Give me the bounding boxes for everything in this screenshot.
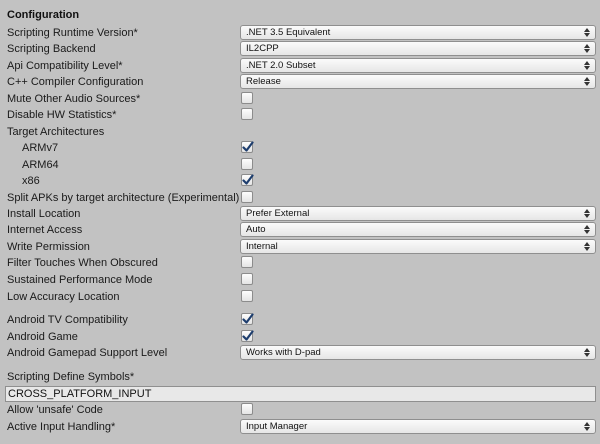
arm64-checkbox[interactable] [241, 158, 253, 170]
configuration-panel: Configuration Scripting Runtime Version*… [0, 0, 600, 444]
row-target-architectures: Target Architectures [0, 124, 600, 140]
checkmark-icon [242, 313, 254, 324]
write-permission-dropdown[interactable]: Internal [240, 239, 596, 254]
gamepad-support-label: Android Gamepad Support Level [7, 347, 168, 359]
x86-checkbox[interactable] [241, 174, 254, 186]
row-disable-hw-statistics: Disable HW Statistics* [0, 107, 600, 123]
low-accuracy-location-label: Low Accuracy Location [7, 291, 120, 303]
section-title: Configuration [7, 9, 80, 21]
armv7-label: ARMv7 [22, 142, 59, 154]
scripting-define-symbols-label: Scripting Define Symbols* [7, 371, 135, 383]
cpp-compiler-configuration-value: Release [246, 76, 281, 87]
gamepad-support-value: Works with D-pad [246, 347, 321, 358]
internet-access-label: Internet Access [7, 224, 83, 236]
sustained-performance-checkbox[interactable] [241, 273, 253, 285]
row-mute-other-audio-sources: Mute Other Audio Sources* [0, 91, 600, 107]
cpp-compiler-configuration-dropdown[interactable]: Release [240, 74, 596, 89]
cpp-compiler-configuration-label: C++ Compiler Configuration [7, 76, 144, 88]
internet-access-value: Auto [246, 224, 266, 235]
active-input-handling-dropdown[interactable]: Input Manager [240, 419, 596, 434]
arm64-label: ARM64 [22, 159, 59, 171]
disable-hw-statistics-label: Disable HW Statistics* [7, 109, 117, 121]
write-permission-value: Internal [246, 241, 278, 252]
scripting-runtime-version-label: Scripting Runtime Version* [7, 27, 138, 39]
scripting-runtime-version-value: .NET 3.5 Equivalent [246, 27, 331, 38]
install-location-label: Install Location [7, 208, 81, 220]
scripting-backend-label: Scripting Backend [7, 43, 96, 55]
active-input-handling-value: Input Manager [246, 421, 308, 432]
checkmark-icon [242, 141, 254, 152]
updown-arrows-icon [584, 60, 590, 71]
row-arm64: ARM64 [0, 157, 600, 173]
row-x86: x86 [0, 173, 600, 189]
install-location-value: Prefer External [246, 208, 310, 219]
x86-label: x86 [22, 175, 40, 187]
row-split-apks: Split APKs by target architecture (Exper… [0, 190, 600, 206]
row-sustained-performance: Sustained Performance Mode [0, 272, 600, 288]
allow-unsafe-checkbox[interactable] [241, 403, 253, 415]
split-apks-label: Split APKs by target architecture (Exper… [7, 192, 240, 204]
disable-hw-statistics-checkbox[interactable] [241, 108, 253, 120]
split-apks-checkbox[interactable] [241, 191, 253, 203]
target-architectures-label: Target Architectures [7, 126, 105, 138]
row-gamepad-support: Android Gamepad Support Level Works with… [0, 345, 600, 361]
mute-other-audio-sources-label: Mute Other Audio Sources* [7, 93, 141, 105]
updown-arrows-icon [584, 76, 590, 87]
row-scripting-backend: Scripting Backend IL2CPP [0, 41, 600, 57]
filter-touches-label: Filter Touches When Obscured [7, 257, 158, 269]
active-input-handling-label: Active Input Handling* [7, 421, 116, 433]
checkmark-icon [242, 330, 254, 341]
internet-access-dropdown[interactable]: Auto [240, 222, 596, 237]
api-compatibility-level-value: .NET 2.0 Subset [246, 60, 316, 71]
row-low-accuracy-location: Low Accuracy Location [0, 289, 600, 305]
scripting-define-symbols-input[interactable]: CROSS_PLATFORM_INPUT [5, 386, 596, 402]
android-tv-label: Android TV Compatibility [7, 314, 128, 326]
scripting-backend-dropdown[interactable]: IL2CPP [240, 41, 596, 56]
row-android-game: Android Game [0, 329, 600, 345]
checkmark-icon [242, 174, 254, 185]
row-internet-access: Internet Access Auto [0, 222, 600, 238]
write-permission-label: Write Permission [7, 241, 90, 253]
updown-arrows-icon [584, 27, 590, 38]
updown-arrows-icon [584, 208, 590, 219]
install-location-dropdown[interactable]: Prefer External [240, 206, 596, 221]
row-install-location: Install Location Prefer External [0, 206, 600, 222]
updown-arrows-icon [584, 421, 590, 432]
android-game-label: Android Game [7, 331, 78, 343]
row-cpp-compiler-configuration: C++ Compiler Configuration Release [0, 74, 600, 90]
row-scripting-runtime-version: Scripting Runtime Version* .NET 3.5 Equi… [0, 25, 600, 41]
api-compatibility-level-label: Api Compatibility Level* [7, 60, 123, 72]
android-tv-checkbox[interactable] [241, 313, 254, 325]
row-allow-unsafe: Allow 'unsafe' Code [0, 402, 600, 418]
sustained-performance-label: Sustained Performance Mode [7, 274, 153, 286]
scripting-runtime-version-dropdown[interactable]: .NET 3.5 Equivalent [240, 25, 596, 40]
updown-arrows-icon [584, 43, 590, 54]
api-compatibility-level-dropdown[interactable]: .NET 2.0 Subset [240, 58, 596, 73]
row-scripting-define-symbols: Scripting Define Symbols* [0, 369, 600, 385]
scripting-backend-value: IL2CPP [246, 43, 279, 54]
low-accuracy-location-checkbox[interactable] [241, 290, 253, 302]
row-filter-touches: Filter Touches When Obscured [0, 255, 600, 271]
updown-arrows-icon [584, 241, 590, 252]
gamepad-support-dropdown[interactable]: Works with D-pad [240, 345, 596, 360]
updown-arrows-icon [584, 224, 590, 235]
row-write-permission: Write Permission Internal [0, 239, 600, 255]
row-active-input-handling: Active Input Handling* Input Manager [0, 419, 600, 435]
allow-unsafe-label: Allow 'unsafe' Code [7, 404, 103, 416]
mute-other-audio-sources-checkbox[interactable] [241, 92, 253, 104]
filter-touches-checkbox[interactable] [241, 256, 253, 268]
armv7-checkbox[interactable] [241, 141, 254, 153]
updown-arrows-icon [584, 347, 590, 358]
android-game-checkbox[interactable] [241, 330, 254, 342]
row-api-compatibility-level: Api Compatibility Level* .NET 2.0 Subset [0, 58, 600, 74]
row-android-tv: Android TV Compatibility [0, 312, 600, 328]
row-armv7: ARMv7 [0, 140, 600, 156]
